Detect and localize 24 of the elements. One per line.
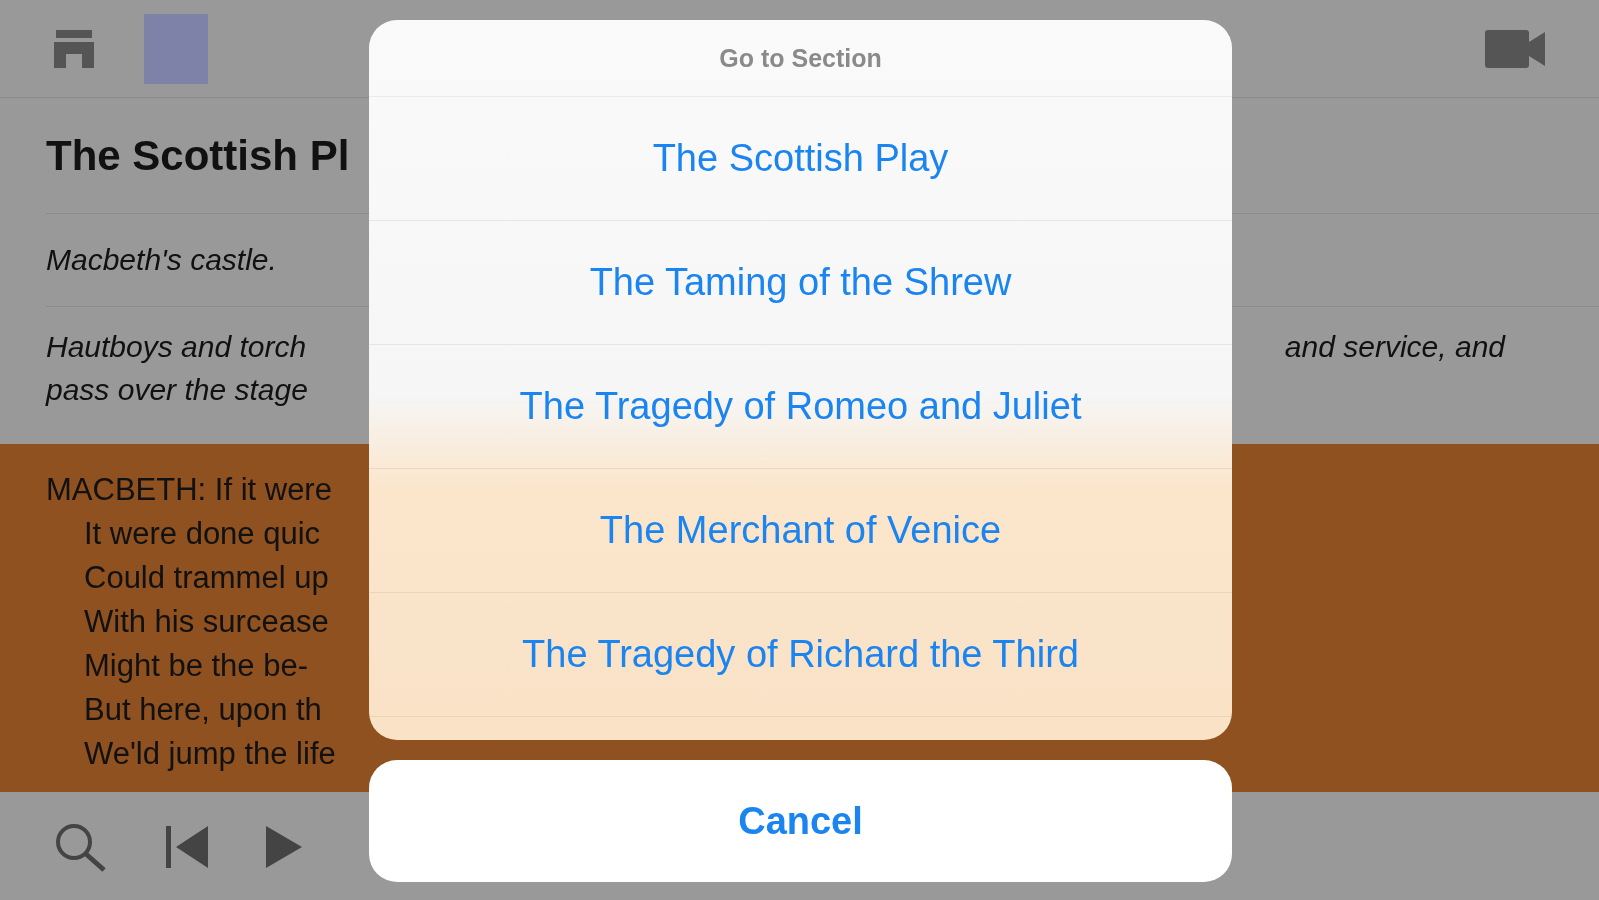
thumbnail[interactable] [144,13,208,84]
verse-line: But here, upon th [84,691,322,729]
verse-line: It were done quic [84,515,321,553]
description-line: and service, and [1284,329,1505,365]
speaker-line: MACBETH: If it were [46,471,332,509]
description-line: pass over the stage [46,372,308,408]
section-option[interactable]: The Tragedy of Richard the Third [369,593,1232,717]
verse-line: We'ld jump the life [84,735,336,773]
section-option[interactable]: The Tragedy of Romeo and Juliet [369,345,1232,469]
play-title: The Scottish Pl [46,131,350,181]
skip-back-icon[interactable] [166,826,210,868]
section-option[interactable]: The Scottish Play [369,97,1232,221]
cancel-button[interactable]: Cancel [369,760,1232,882]
verse-line: With his surcease [84,603,329,641]
section-option[interactable]: The Merchant of Venice [369,469,1232,593]
section-option[interactable]: The Taming of the Shrew [369,221,1232,345]
description-line: Hautboys and torch [46,329,307,365]
sheet-title: Go to Section [369,20,1232,97]
verse-line: Could trammel up [84,559,329,597]
play-icon[interactable] [266,826,302,868]
stage-direction: Macbeth's castle. [46,242,277,278]
verse-line: Might be the be- [84,647,309,685]
store-icon[interactable] [54,29,94,68]
video-camera-icon[interactable] [1485,29,1545,68]
